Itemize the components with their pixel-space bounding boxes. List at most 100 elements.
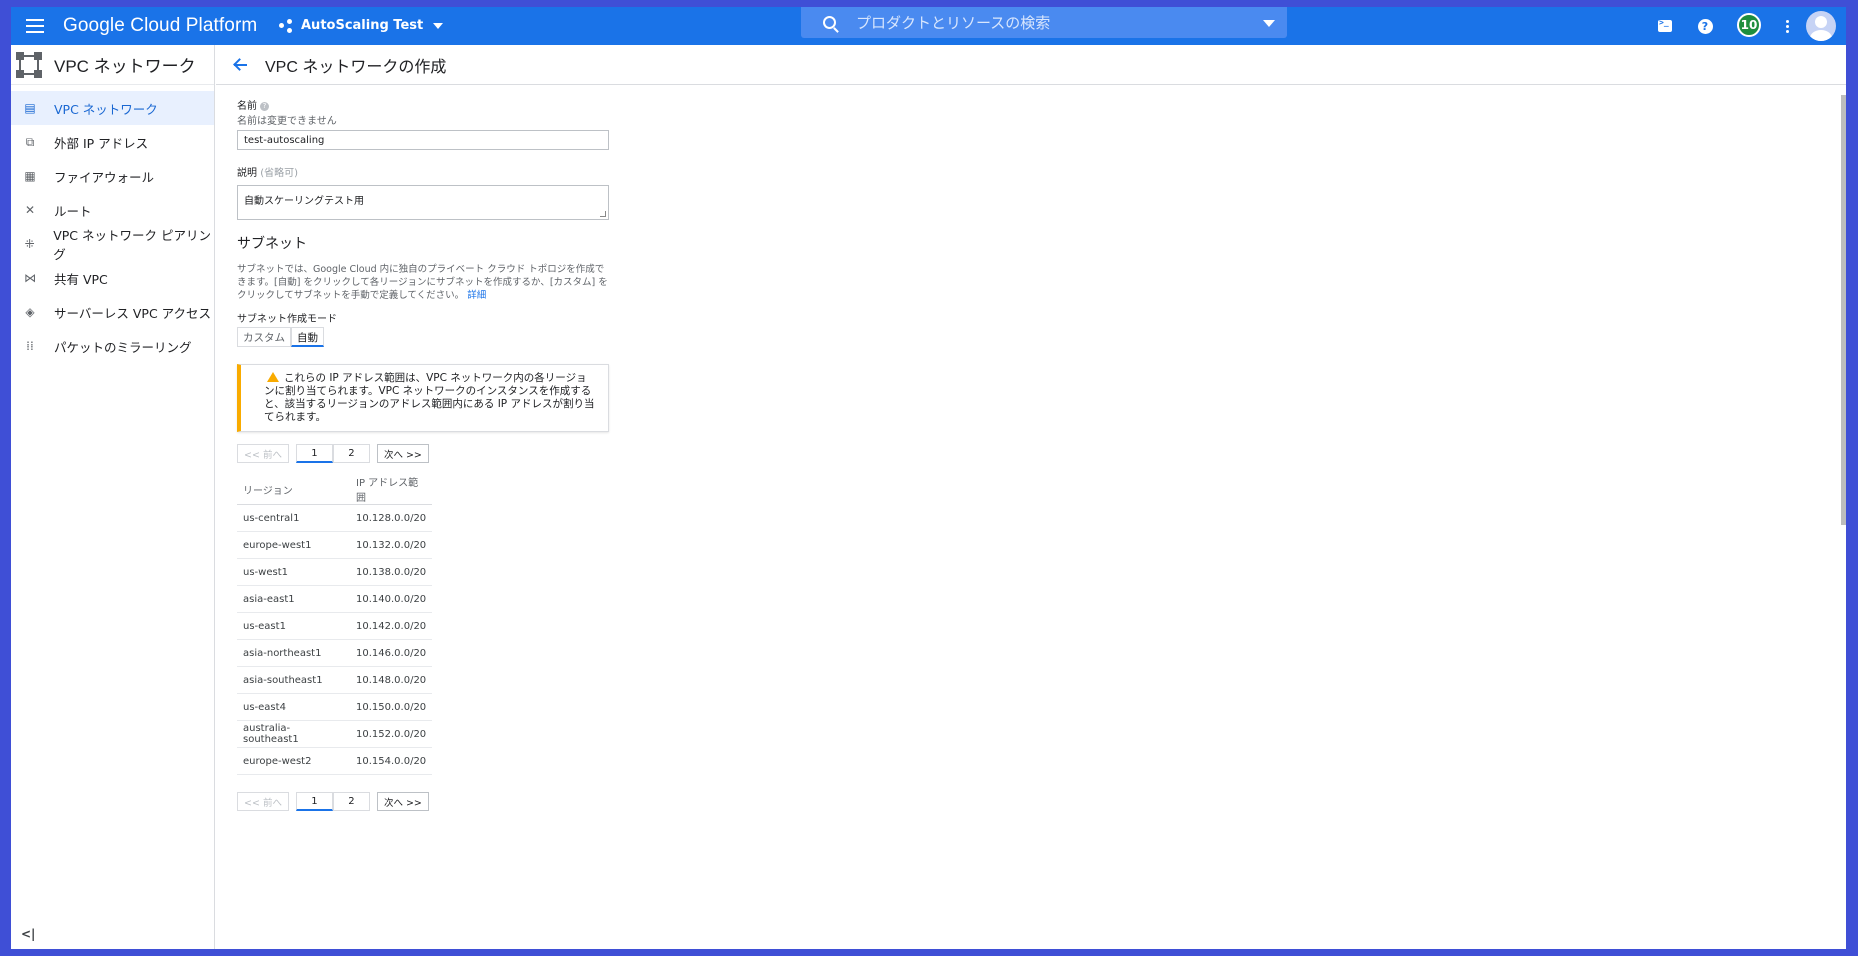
peering-icon: ⁜: [24, 237, 35, 251]
table-row: asia-east1 10.140.0.0/20: [237, 585, 433, 613]
page-numbers: 1 2: [295, 444, 370, 463]
search-bar[interactable]: プロダクトとリソースの検索: [801, 7, 1287, 38]
region-cell: us-central1: [237, 504, 350, 532]
search-icon: [823, 16, 836, 29]
scrollbar[interactable]: [1841, 95, 1846, 525]
page-1-button[interactable]: 1: [295, 792, 333, 811]
sidebar-item-firewall[interactable]: ▦ ファイアウォール: [11, 159, 214, 193]
page-numbers: 1 2: [295, 792, 370, 811]
region-cell: us-west1: [237, 558, 350, 586]
name-field[interactable]: [237, 130, 609, 150]
page-2-button[interactable]: 2: [332, 792, 370, 811]
firewall-icon: ▦: [24, 169, 36, 183]
help-icon[interactable]: ?: [260, 102, 269, 111]
sidebar-item-peering[interactable]: ⁜ VPC ネットワーク ピアリング: [11, 227, 214, 262]
subnet-mode-label: サブネット作成モード: [237, 314, 337, 325]
sidebar-item-label: ファイアウォール: [54, 169, 155, 185]
project-icon: [279, 18, 295, 33]
back-arrow-icon[interactable]: [231, 55, 251, 75]
project-selector[interactable]: AutoScaling Test: [279, 18, 444, 33]
ip-range-cell: 10.138.0.0/20: [350, 558, 433, 586]
top-bar: Google Cloud Platform AutoScaling Test プ…: [11, 7, 1846, 45]
resize-handle-icon[interactable]: [600, 211, 606, 217]
ip-range-cell: 10.148.0.0/20: [350, 666, 433, 694]
learn-more-link[interactable]: 詳細: [467, 290, 486, 301]
name-label: 名前?: [237, 97, 617, 112]
search-placeholder: プロダクトとリソースの検索: [856, 14, 1051, 32]
vpc-network-icon: ▤: [24, 101, 36, 115]
chevron-down-icon: [433, 22, 444, 29]
subnet-description-text: サブネットでは、Google Cloud 内に独自のプライベート クラウド トポ…: [237, 264, 608, 301]
next-page-button[interactable]: 次へ >>: [376, 444, 429, 463]
vpc-network-logo-icon: [16, 51, 42, 78]
region-cell: asia-northeast1: [237, 639, 350, 667]
sidebar-item-label: VPC ネットワーク ピアリング: [53, 228, 211, 262]
prev-page-button[interactable]: << 前へ: [237, 444, 289, 463]
chevron-down-icon[interactable]: [1263, 20, 1275, 27]
sidebar-header: VPC ネットワーク: [11, 45, 214, 85]
ip-range-cell: 10.152.0.0/20: [350, 720, 433, 748]
region-cell: australia-southeast1: [237, 720, 350, 748]
sidebar-item-label: サーバーレス VPC アクセス: [54, 305, 212, 321]
sidebar-item-shared-vpc[interactable]: ⋈ 共有 VPC: [11, 261, 214, 295]
notifications-badge[interactable]: 10: [1737, 13, 1761, 37]
sidebar-item-label: VPC ネットワーク: [54, 101, 158, 117]
sidebar-item-vpc-networks[interactable]: ▤ VPC ネットワーク: [11, 91, 214, 125]
name-sublabel: 名前は変更できません: [237, 116, 337, 127]
sidebar-item-label: 共有 VPC: [54, 271, 108, 287]
table-row: australia-southeast1 10.152.0.0/20: [237, 720, 433, 748]
brand-title[interactable]: Google Cloud Platform: [63, 15, 257, 37]
warning-icon: [267, 372, 279, 382]
region-cell: asia-east1: [237, 585, 350, 613]
cloud-shell-icon[interactable]: [1655, 16, 1675, 36]
region-cell: europe-west1: [237, 531, 350, 559]
prev-page-button[interactable]: << 前へ: [237, 792, 289, 811]
create-network-form: 名前? 名前は変更できません 説明 (省略可) 自動スケーリングテスト用 サブネ…: [237, 97, 617, 811]
external-ip-icon: ⧉: [25, 135, 35, 149]
region-cell: asia-southeast1: [237, 666, 350, 694]
subnet-description: サブネットでは、Google Cloud 内に独自のプライベート クラウド トポ…: [237, 263, 609, 302]
mode-auto-button[interactable]: 自動: [291, 327, 324, 347]
help-icon[interactable]: ?: [1695, 16, 1715, 36]
ip-range-column-header: IP アドレス範囲: [350, 474, 433, 505]
sidebar-item-external-ip[interactable]: ⧉ 外部 IP アドレス: [11, 125, 214, 159]
sidebar-item-routes[interactable]: ✕ ルート: [11, 193, 214, 227]
page-title: VPC ネットワークの作成: [265, 58, 447, 76]
shared-vpc-icon: ⋈: [24, 271, 36, 285]
ip-range-cell: 10.132.0.0/20: [350, 531, 433, 559]
page-header: VPC ネットワークの作成: [216, 45, 1846, 85]
sidebar-item-label: 外部 IP アドレス: [54, 135, 149, 151]
table-row: europe-west2 10.154.0.0/20: [237, 747, 433, 775]
mode-custom-button[interactable]: カスタム: [237, 327, 291, 347]
table-row: us-east4 10.150.0.0/20: [237, 693, 433, 721]
table-header-row: リージョン IP アドレス範囲: [237, 474, 433, 505]
table-row: us-central1 10.128.0.0/20: [237, 504, 433, 532]
page-1-button[interactable]: 1: [295, 444, 333, 463]
main-content: VPC ネットワークの作成 名前? 名前は変更できません 説明 (省略可) 自動…: [216, 45, 1846, 949]
ip-range-cell: 10.150.0.0/20: [350, 693, 433, 721]
region-ip-table: リージョン IP アドレス範囲 us-central1 10.128.0.0/20…: [237, 474, 433, 775]
ip-range-cell: 10.146.0.0/20: [350, 639, 433, 667]
description-label: 説明 (省略可): [237, 164, 617, 179]
sidebar-item-packet-mirroring[interactable]: ⁞⁞ パケットのミラーリング: [11, 329, 214, 363]
collapse-sidebar-icon[interactable]: <|: [21, 927, 35, 941]
avatar[interactable]: [1806, 11, 1836, 41]
optional-hint: (省略可): [260, 168, 298, 179]
name-label-text: 名前: [237, 101, 257, 112]
next-page-button[interactable]: 次へ >>: [376, 792, 429, 811]
menu-icon[interactable]: [22, 13, 48, 39]
table-row: asia-northeast1 10.146.0.0/20: [237, 639, 433, 667]
table-row: europe-west1 10.132.0.0/20: [237, 531, 433, 559]
region-column-header: リージョン: [237, 474, 350, 505]
more-vert-icon[interactable]: [1777, 16, 1797, 36]
sidebar: VPC ネットワーク ▤ VPC ネットワーク ⧉ 外部 IP アドレス ▦ フ…: [11, 45, 215, 949]
ip-range-alert: これらの IP アドレス範囲は、VPC ネットワーク内の各リージョンに割り当てら…: [237, 364, 609, 432]
ip-range-cell: 10.142.0.0/20: [350, 612, 433, 640]
table-row: us-west1 10.138.0.0/20: [237, 558, 433, 586]
description-field[interactable]: 自動スケーリングテスト用: [237, 185, 609, 220]
region-cell: us-east1: [237, 612, 350, 640]
page-2-button[interactable]: 2: [332, 444, 370, 463]
routes-icon: ✕: [24, 203, 36, 217]
sidebar-item-serverless[interactable]: ◈ サーバーレス VPC アクセス: [11, 295, 214, 329]
serverless-icon: ◈: [25, 305, 35, 319]
